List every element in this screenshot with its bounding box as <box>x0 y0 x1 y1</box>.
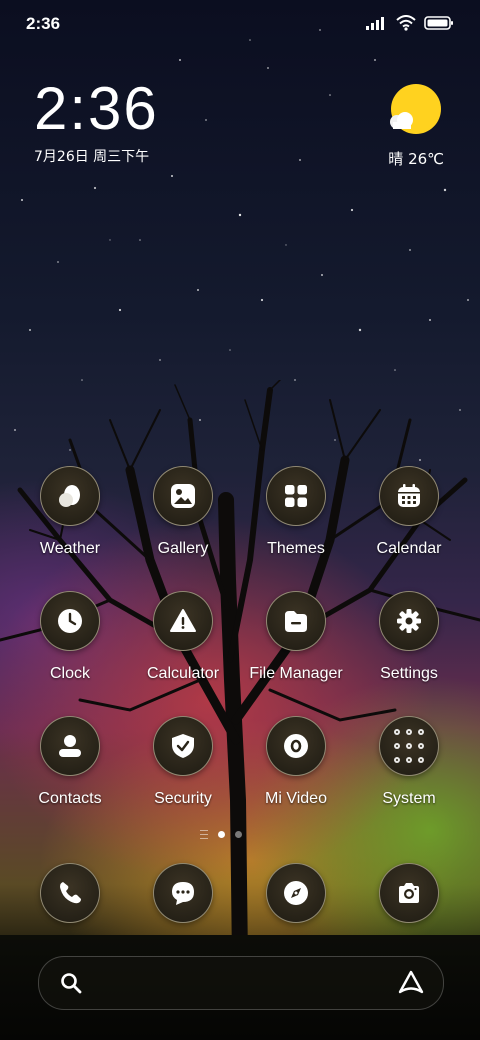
file-manager-icon <box>266 591 326 651</box>
app-label: Contacts <box>38 790 102 807</box>
clock-widget-date: 7月26日 周三下午 <box>34 149 150 165</box>
mi-video-icon <box>266 716 326 776</box>
clock-widget-time: 2:36 <box>34 75 159 142</box>
app-label: Mi Video <box>265 790 327 807</box>
app-label: Gallery <box>157 540 209 557</box>
dock-browser[interactable] <box>266 863 326 923</box>
app-mi-video[interactable]: Mi Video <box>241 716 351 808</box>
security-icon <box>153 716 213 776</box>
search-bar[interactable] <box>38 956 444 1010</box>
phone-icon <box>40 863 100 923</box>
app-label: Weather <box>39 540 101 557</box>
weather-widget[interactable]: 晴 26℃ <box>388 84 444 169</box>
dock-camera[interactable] <box>379 863 439 923</box>
signal-icon <box>366 17 384 30</box>
settings-icon <box>379 591 439 651</box>
app-clock[interactable]: Clock <box>15 591 125 683</box>
status-time: 2:36 <box>26 14 61 33</box>
page-indicator[interactable] <box>200 830 242 839</box>
wifi-icon <box>396 15 416 31</box>
status-bar: 2:36 <box>0 0 480 50</box>
page-dot-1[interactable] <box>218 831 225 838</box>
calendar-icon <box>379 466 439 526</box>
status-icons <box>366 15 454 31</box>
system-folder-icon <box>379 716 439 776</box>
app-security[interactable]: Security <box>128 716 238 808</box>
gallery-icon <box>153 466 213 526</box>
app-calculator[interactable]: Calculator <box>128 591 238 683</box>
app-label: File Manager <box>249 665 343 682</box>
app-gallery[interactable]: Gallery <box>128 466 238 558</box>
app-contacts[interactable]: Contacts <box>15 716 125 808</box>
clock-icon <box>40 591 100 651</box>
dock-phone[interactable] <box>40 863 100 923</box>
app-label: System <box>382 790 436 807</box>
contacts-icon <box>40 716 100 776</box>
search-icon[interactable] <box>59 971 83 995</box>
app-label: Themes <box>267 540 325 557</box>
app-label: Settings <box>380 665 438 682</box>
app-file-manager[interactable]: File Manager <box>241 591 351 683</box>
app-weather[interactable]: Weather <box>15 466 125 558</box>
weather-condition-text: 晴 26℃ <box>388 150 444 168</box>
camera-icon <box>379 863 439 923</box>
app-system-folder[interactable]: System <box>354 716 464 808</box>
app-settings[interactable]: Settings <box>354 591 464 683</box>
app-drawer-indicator-icon[interactable] <box>200 830 208 839</box>
app-calendar[interactable]: Calendar <box>354 466 464 558</box>
sun-cloud-icon <box>390 84 442 134</box>
page-dot-2[interactable] <box>235 831 242 838</box>
app-label: Clock <box>49 665 90 682</box>
weather-icon <box>40 466 100 526</box>
messages-icon <box>153 863 213 923</box>
app-themes[interactable]: Themes <box>241 466 351 558</box>
app-label: Calculator <box>146 665 220 682</box>
app-label: Calendar <box>376 540 442 557</box>
app-label: Security <box>154 790 212 807</box>
calculator-icon <box>153 591 213 651</box>
browser-icon <box>266 863 326 923</box>
themes-icon <box>266 466 326 526</box>
assistant-icon[interactable] <box>397 970 425 996</box>
dock-messages[interactable] <box>153 863 213 923</box>
clock-widget[interactable]: 2:36 7月26日 周三下午 <box>34 76 159 166</box>
battery-icon <box>424 16 453 30</box>
